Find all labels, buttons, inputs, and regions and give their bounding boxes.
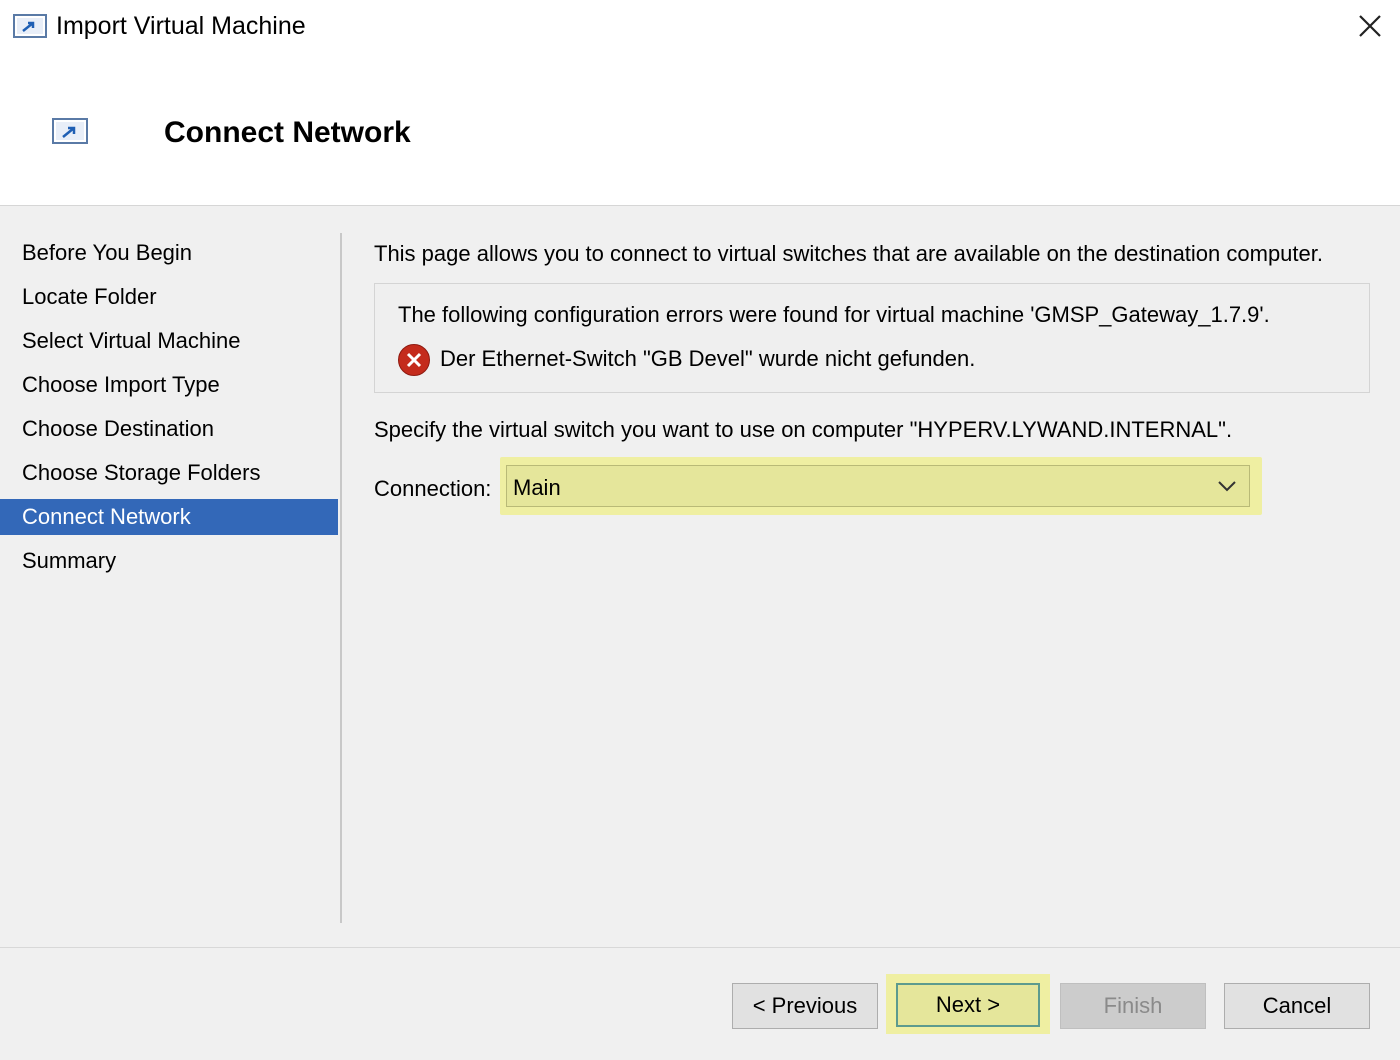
nav-item-select-virtual-machine[interactable]: Select Virtual Machine — [0, 319, 338, 363]
nav-item-connect-network[interactable]: Connect Network — [0, 499, 338, 535]
next-button[interactable]: Next > — [896, 983, 1040, 1027]
finish-button[interactable]: Finish — [1060, 983, 1206, 1029]
nav-item-locate-folder[interactable]: Locate Folder — [0, 275, 338, 319]
cancel-button[interactable]: Cancel — [1224, 983, 1370, 1029]
nav-item-choose-storage-folders[interactable]: Choose Storage Folders — [0, 451, 338, 495]
error-message: Der Ethernet-Switch "GB Devel" wurde nic… — [440, 346, 976, 371]
wizard-body: Before You Begin Locate Folder Select Vi… — [0, 207, 1400, 947]
specify-text: Specify the virtual switch you want to u… — [374, 417, 1233, 442]
wizard-steps-nav: Before You Begin Locate Folder Select Vi… — [0, 231, 340, 583]
title-bar: Import Virtual Machine — [0, 0, 1400, 56]
nav-item-choose-destination[interactable]: Choose Destination — [0, 407, 338, 451]
connection-select-highlight: Main — [500, 457, 1262, 515]
error-heading: The following configuration errors were … — [398, 302, 1270, 327]
wizard-footer: < Previous Next > Finish Cancel — [0, 947, 1400, 1060]
import-vm-icon — [13, 14, 47, 40]
connection-select-value: Main — [513, 475, 561, 500]
window-title: Import Virtual Machine — [56, 12, 306, 40]
wizard-header: Connect Network — [0, 56, 1400, 206]
connection-label: Connection: — [374, 476, 492, 501]
next-button-highlight: Next > — [886, 974, 1050, 1034]
nav-item-before-you-begin[interactable]: Before You Begin — [0, 231, 338, 275]
nav-item-summary[interactable]: Summary — [0, 539, 338, 583]
close-icon[interactable] — [1352, 8, 1388, 44]
connection-select[interactable]: Main — [506, 465, 1250, 507]
import-vm-icon — [52, 118, 88, 146]
page-title: Connect Network — [164, 116, 411, 149]
nav-item-choose-import-type[interactable]: Choose Import Type — [0, 363, 338, 407]
error-panel: The following configuration errors were … — [374, 283, 1370, 393]
error-icon — [397, 343, 431, 377]
intro-text: This page allows you to connect to virtu… — [374, 241, 1323, 266]
chevron-down-icon[interactable] — [1217, 478, 1237, 494]
nav-divider — [340, 233, 342, 923]
previous-button[interactable]: < Previous — [732, 983, 878, 1029]
